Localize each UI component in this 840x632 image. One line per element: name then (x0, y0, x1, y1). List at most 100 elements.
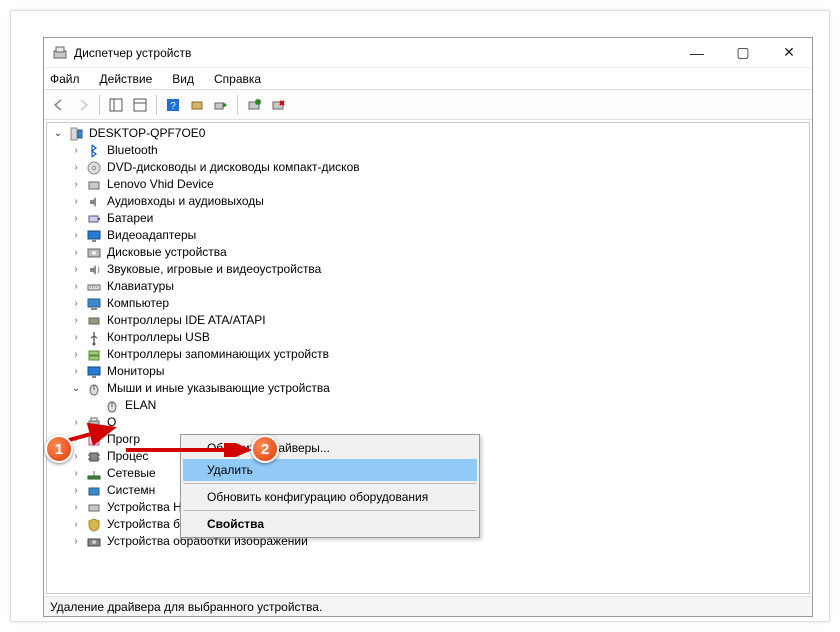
tree-item-label: Контроллеры запоминающих устройств (105, 346, 331, 363)
statusbar: Удаление драйвера для выбранного устройс… (44, 596, 812, 616)
security-icon (86, 517, 102, 533)
chevron-right-icon[interactable]: › (69, 297, 83, 311)
toolbar: ? (44, 90, 812, 120)
context-menu-item-1[interactable]: Удалить (183, 459, 477, 481)
battery-icon (86, 211, 102, 227)
chevron-right-icon[interactable]: › (69, 144, 83, 158)
chevron-right-icon[interactable]: › (69, 348, 83, 362)
chevron-right-icon[interactable]: › (69, 161, 83, 175)
chevron-right-icon[interactable]: › (69, 467, 83, 481)
tree-item-label: Мониторы (105, 363, 166, 380)
tree-item-6[interactable]: › Дисковые устройства (47, 244, 809, 261)
update-driver-button[interactable] (210, 94, 232, 116)
tree-item-label: Звуковые, игровые и видеоустройства (105, 261, 323, 278)
chevron-right-icon[interactable]: › (69, 501, 83, 515)
tree-subitem-14-0[interactable]: ELAN (47, 397, 809, 414)
context-menu-separator (184, 483, 476, 484)
menu-file[interactable]: Файл (48, 70, 82, 88)
chevron-right-icon[interactable]: › (69, 535, 83, 549)
annotation-arrow-2 (124, 443, 254, 457)
tree-item-11[interactable]: › Контроллеры USB (47, 329, 809, 346)
chevron-right-icon[interactable]: › (69, 365, 83, 379)
chevron-down-icon[interactable]: ⌄ (51, 127, 65, 141)
minimize-button[interactable]: — (674, 38, 720, 67)
system-icon (86, 483, 102, 499)
tree-item-5[interactable]: › Видеоадаптеры (47, 227, 809, 244)
close-button[interactable]: ✕ (766, 38, 812, 67)
back-button[interactable] (48, 94, 70, 116)
tree-item-13[interactable]: › Мониторы (47, 363, 809, 380)
context-menu-separator (184, 510, 476, 511)
tree-item-8[interactable]: ›Клавиатуры (47, 278, 809, 295)
window-title: Диспетчер устройств (74, 46, 674, 60)
audio-icon (86, 194, 102, 210)
tree-item-label: Батареи (105, 210, 155, 227)
bluetooth-icon (86, 143, 102, 159)
monitor-icon (86, 364, 102, 380)
disc-icon (86, 160, 102, 176)
chevron-right-icon[interactable]: › (69, 314, 83, 328)
tree-item-label: Аудиовходы и аудиовыходы (105, 193, 266, 210)
tree-item-10[interactable]: › Контроллеры IDE ATA/ATAPI (47, 312, 809, 329)
tree-item-label: Видеоадаптеры (105, 227, 198, 244)
show-hide-tree-button[interactable] (105, 94, 127, 116)
chevron-right-icon[interactable]: › (69, 518, 83, 532)
tree-item-label: Дисковые устройства (105, 244, 229, 261)
device-manager-window: Диспетчер устройств — ▢ ✕ Файл Действие … (43, 37, 813, 617)
context-menu-item-3[interactable]: Обновить конфигурацию оборудования (183, 486, 477, 508)
chevron-right-icon[interactable]: › (69, 195, 83, 209)
tree-item-label: Контроллеры IDE ATA/ATAPI (105, 312, 268, 329)
tree-item-12[interactable]: › Контроллеры запоминающих устройств (47, 346, 809, 363)
tree-root[interactable]: ⌄ DESKTOP-QPF7OE0 (47, 125, 809, 142)
chevron-right-icon[interactable]: › (69, 178, 83, 192)
tree-item-7[interactable]: › Звуковые, игровые и видеоустройства (47, 261, 809, 278)
tree-item-label: Контроллеры USB (105, 329, 212, 346)
tree-item-15[interactable]: ›О (47, 414, 809, 431)
tree-item-9[interactable]: › Компьютер (47, 295, 809, 312)
tree-item-label: Lenovo Vhid Device (105, 176, 216, 193)
chevron-right-icon[interactable]: › (69, 280, 83, 294)
menu-action[interactable]: Действие (98, 70, 155, 88)
forward-button[interactable] (72, 94, 94, 116)
tree-item-2[interactable]: › Lenovo Vhid Device (47, 176, 809, 193)
keyboard-icon (86, 279, 102, 295)
scan-hardware-button[interactable] (186, 94, 208, 116)
mouse-icon (86, 381, 102, 397)
tree-item-3[interactable]: › Аудиовходы и аудиовыходы (47, 193, 809, 210)
tree-item-14[interactable]: ⌄Мыши и иные указывающие устройства (47, 380, 809, 397)
menu-help[interactable]: Справка (212, 70, 263, 88)
app-icon (52, 45, 68, 61)
chevron-right-icon[interactable]: › (69, 246, 83, 260)
menu-view[interactable]: Вид (170, 70, 196, 88)
chevron-right-icon[interactable]: › (69, 229, 83, 243)
storage-icon (86, 347, 102, 363)
screenshot-frame: Диспетчер устройств — ▢ ✕ Файл Действие … (10, 10, 830, 622)
properties-button[interactable] (129, 94, 151, 116)
chevron-right-icon[interactable]: › (69, 212, 83, 226)
window-controls: — ▢ ✕ (674, 38, 812, 67)
toolbar-separator (99, 95, 100, 115)
tree-item-4[interactable]: › Батареи (47, 210, 809, 227)
computer-icon (86, 296, 102, 312)
status-text: Удаление драйвера для выбранного устройс… (50, 600, 322, 614)
annotation-badge-2: 2 (251, 435, 279, 463)
help-button[interactable]: ? (162, 94, 184, 116)
chevron-right-icon[interactable]: › (69, 263, 83, 277)
mouse-icon (104, 398, 120, 414)
tree-item-label: Компьютер (105, 295, 171, 312)
maximize-button[interactable]: ▢ (720, 38, 766, 67)
chevron-right-icon[interactable]: › (69, 331, 83, 345)
titlebar: Диспетчер устройств — ▢ ✕ (44, 38, 812, 68)
sound-icon (86, 262, 102, 278)
tree-item-0[interactable]: ›Bluetooth (47, 142, 809, 159)
uninstall-button[interactable] (267, 94, 289, 116)
tree-item-label: ELAN (123, 397, 158, 414)
tree-item-1[interactable]: › DVD-дисководы и дисководы компакт-диско… (47, 159, 809, 176)
tree-item-label: DVD-дисководы и дисководы компакт-дисков (105, 159, 362, 176)
enable-button[interactable] (243, 94, 265, 116)
svg-text:?: ? (170, 101, 176, 112)
chevron-down-icon[interactable]: ⌄ (69, 382, 83, 396)
tree-item-label: DESKTOP-QPF7OE0 (87, 125, 207, 142)
context-menu-item-5[interactable]: Свойства (183, 513, 477, 535)
chevron-right-icon[interactable]: › (69, 484, 83, 498)
